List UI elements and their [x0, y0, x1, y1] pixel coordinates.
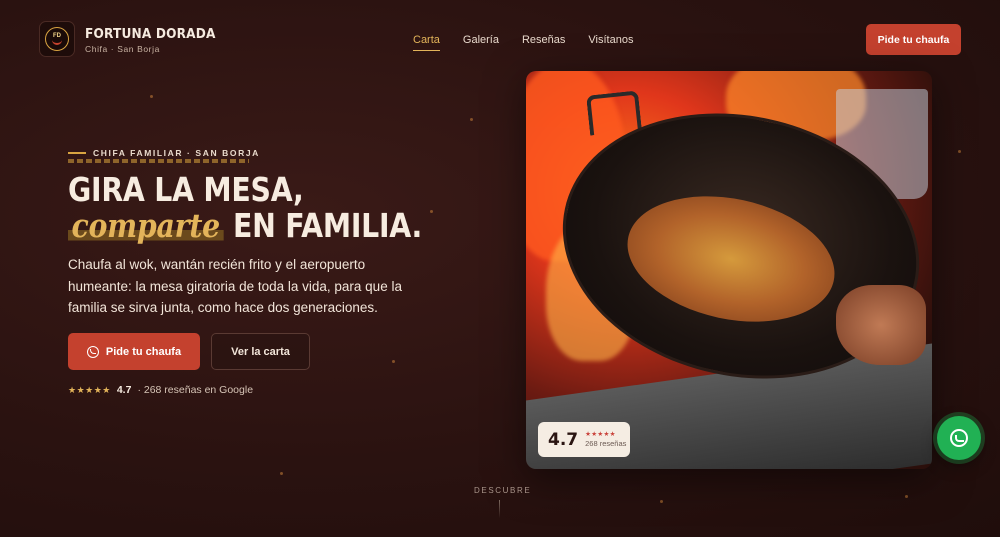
hero-lead: Chaufa al wok, wantán recién frito y el … [68, 257, 402, 315]
hero-eyebrow: CHIFA FAMILIAR · SAN BORJA [68, 148, 260, 158]
image-rating-badge: 4.7 ★★★★★ 268 reseñas [538, 422, 630, 457]
nav-item-resenas[interactable]: Reseñas [522, 34, 565, 46]
ember-speck [280, 472, 283, 475]
hero-order-button[interactable]: Pide tu chaufa [68, 333, 200, 370]
whatsapp-icon [86, 345, 99, 358]
ember-speck [470, 118, 473, 121]
nav-item-carta[interactable]: Carta [413, 34, 440, 51]
rating-count: · 268 reseñas en Google [137, 384, 254, 396]
headline-accent: comparte [68, 206, 224, 245]
logo-initials: FD [53, 33, 61, 39]
ember-speck [660, 500, 663, 503]
ember-speck [150, 95, 153, 98]
eyebrow-line [68, 152, 86, 154]
hero-headline: GIRA LA MESA, comparte EN FAMILIA. [68, 170, 423, 245]
brand-name[interactable]: FORTUNA DORADA [85, 26, 216, 42]
nav-item-visitanos[interactable]: Visítanos [588, 34, 633, 46]
hero-wok-image [526, 71, 932, 469]
header-order-button[interactable]: Pide tu chaufa [866, 24, 961, 55]
badge-review-count: 268 reseñas [585, 438, 627, 448]
ember-speck [905, 495, 908, 498]
rating-stars-icon: ★★★★★ [68, 384, 111, 395]
eyebrow-text: CHIFA FAMILIAR · SAN BORJA [93, 148, 260, 158]
hero-rating: ★★★★★ 4.7 · 268 reseñas en Google [68, 384, 253, 396]
ember-speck [392, 360, 395, 363]
main-nav: Carta Galería Reseñas Visítanos [413, 34, 633, 51]
headline-line2: EN FAMILIA. [233, 206, 423, 245]
hero-order-label: Pide tu chaufa [105, 345, 182, 358]
badge-stars-icon: ★★★★★ [585, 430, 616, 438]
brand-tagline: Chifa · San Borja [85, 44, 160, 54]
nav-item-galeria[interactable]: Galería [463, 34, 499, 46]
badge-rating-value: 4.7 [548, 429, 579, 450]
view-menu-button[interactable]: Ver la carta [211, 333, 310, 370]
scroll-indicator-line [499, 500, 500, 518]
whatsapp-icon [950, 429, 968, 447]
scroll-hint[interactable]: DESCUBRE [474, 486, 531, 495]
rating-value: 4.7 [116, 384, 132, 396]
logo-emblem-icon: FD [45, 27, 69, 51]
whatsapp-float-button[interactable] [937, 416, 981, 460]
ember-speck [958, 150, 961, 153]
headline-line1: GIRA LA MESA, [68, 170, 304, 209]
eyebrow-pattern [68, 159, 249, 163]
brand-logo[interactable]: FD [39, 21, 75, 57]
ember-speck [430, 210, 433, 213]
